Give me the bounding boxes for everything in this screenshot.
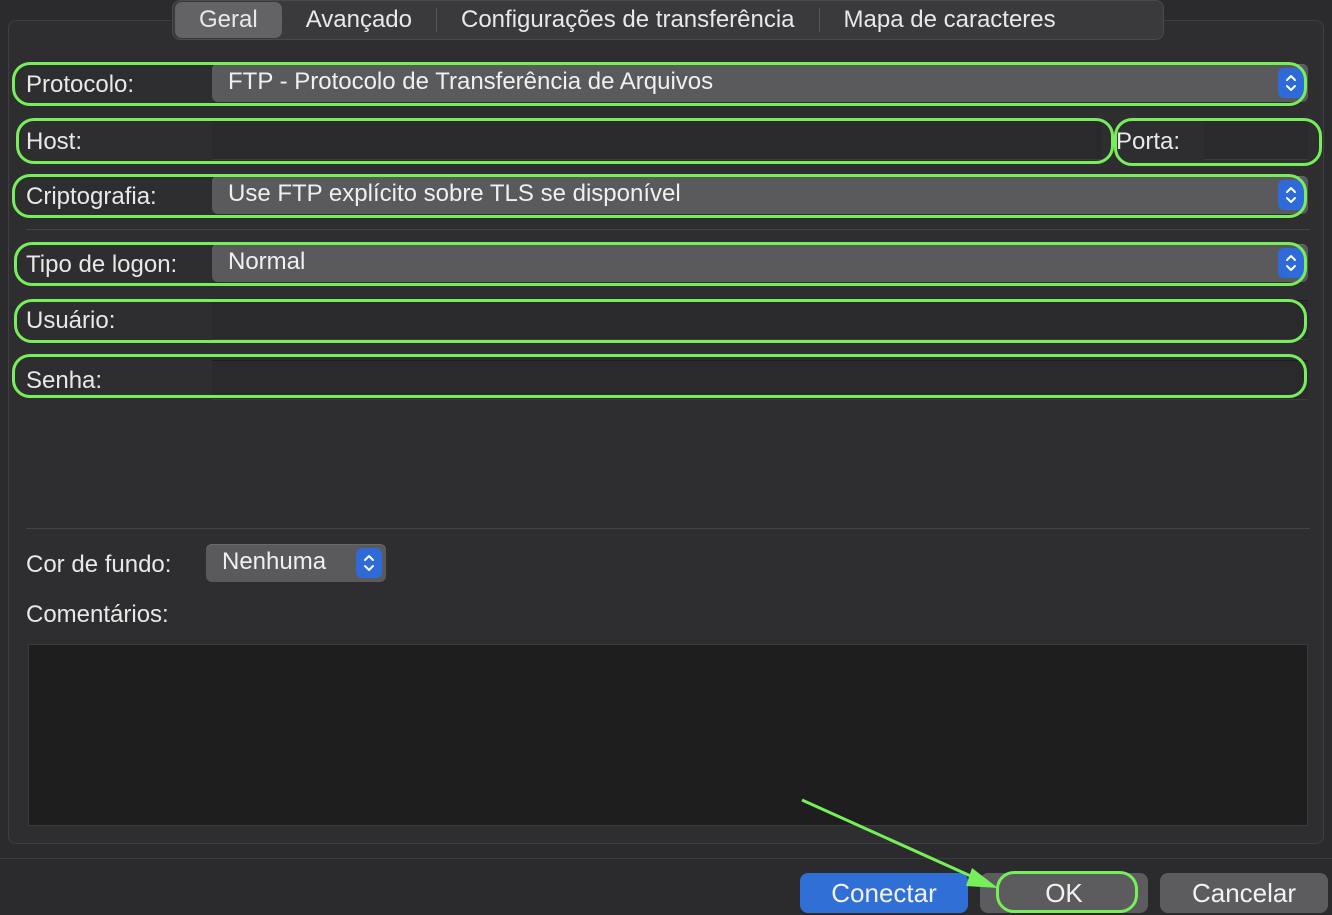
connect-button[interactable]: Conectar <box>800 873 968 913</box>
comments-label: Comentários: <box>26 601 169 628</box>
tab-mapa-caracteres[interactable]: Mapa de caracteres <box>820 2 1080 38</box>
logon-type-label: Tipo de logon: <box>26 251 178 278</box>
protocol-label: Protocolo: <box>26 71 135 98</box>
encryption-value: Use FTP explícito sobre TLS se disponíve… <box>228 180 681 207</box>
user-input[interactable] <box>212 300 1308 340</box>
host-label: Host: <box>26 128 83 155</box>
bgcolor-value: Nenhuma <box>222 548 327 575</box>
cancel-button[interactable]: Cancelar <box>1160 873 1328 913</box>
encryption-label: Criptografia: <box>26 183 157 210</box>
bgcolor-select[interactable]: Nenhuma <box>206 544 386 582</box>
section-divider <box>26 528 1310 529</box>
encryption-select[interactable]: Use FTP explícito sobre TLS se disponíve… <box>212 176 1308 214</box>
password-input[interactable] <box>212 360 1308 400</box>
tab-configuracoes-transferencia[interactable]: Configurações de transferência <box>437 2 819 38</box>
password-label: Senha: <box>26 367 103 394</box>
section-divider <box>26 229 1310 230</box>
host-input[interactable] <box>212 120 1102 160</box>
protocol-value: FTP - Protocolo de Transferência de Arqu… <box>228 68 714 95</box>
ok-button[interactable]: OK <box>980 873 1148 913</box>
protocol-select[interactable]: FTP - Protocolo de Transferência de Arqu… <box>212 64 1308 102</box>
port-input[interactable] <box>1204 120 1308 160</box>
tab-geral[interactable]: Geral <box>175 2 282 38</box>
logon-type-select[interactable]: Normal <box>212 244 1308 282</box>
chevron-up-down-icon <box>356 548 382 578</box>
comments-textarea[interactable] <box>28 644 1308 826</box>
chevron-up-down-icon <box>1278 180 1304 210</box>
bgcolor-label: Cor de fundo: <box>26 551 172 578</box>
chevron-up-down-icon <box>1278 248 1304 278</box>
user-label: Usuário: <box>26 307 116 334</box>
logon-type-value: Normal <box>228 248 306 275</box>
chevron-up-down-icon <box>1278 68 1304 98</box>
port-label: Porta: <box>1116 128 1181 155</box>
tab-avancado[interactable]: Avançado <box>282 2 436 38</box>
tab-bar: Geral Avançado Configurações de transfer… <box>172 0 1164 40</box>
